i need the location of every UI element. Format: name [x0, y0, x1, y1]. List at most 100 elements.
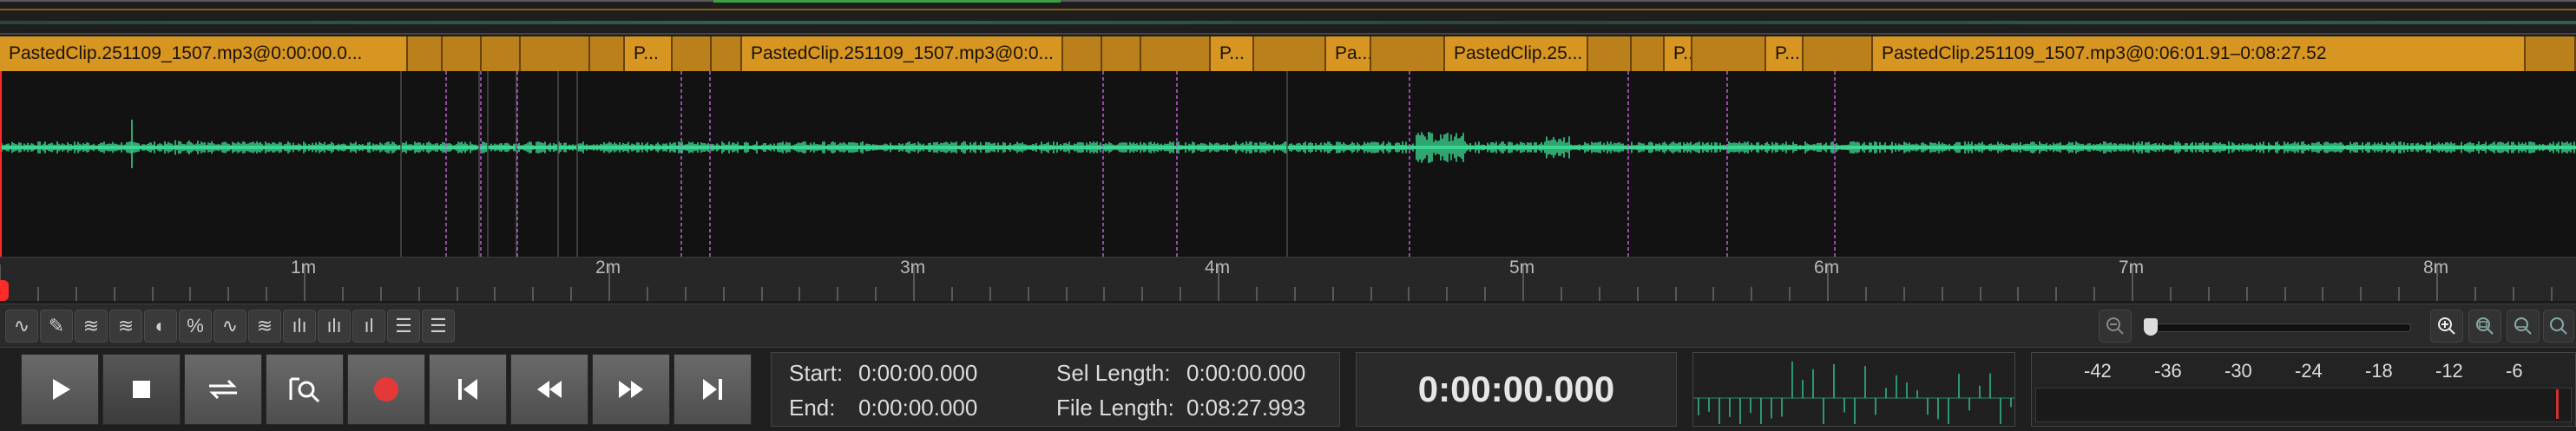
go-to-end-button[interactable]: [674, 354, 752, 425]
clip-1[interactable]: [408, 36, 443, 71]
clip-18[interactable]: [1588, 36, 1632, 71]
go-to-start-icon: [458, 379, 477, 400]
waveform-alt-icon[interactable]: ılı: [283, 310, 316, 343]
level-meter-panel: -42 -36 -30 -24 -18 -12 -6: [2031, 352, 2576, 427]
clip-21[interactable]: [1692, 36, 1766, 71]
go-to-end-icon: [703, 379, 722, 400]
levels-icon[interactable]: ☰: [387, 310, 420, 343]
meter-scale-label: -42: [2084, 360, 2112, 382]
clip-5[interactable]: [590, 36, 625, 71]
go-to-start-button[interactable]: [429, 354, 507, 425]
bar-spectrum-icon[interactable]: ıl: [352, 310, 385, 343]
clip-20[interactable]: P...: [1665, 36, 1692, 71]
level-meter-bar: [2035, 388, 2572, 422]
meter-scale-label: -36: [2154, 360, 2182, 382]
end-label: End:: [789, 395, 836, 421]
overview-edge: [0, 33, 2576, 35]
clip-16[interactable]: [1371, 36, 1445, 71]
clip-10[interactable]: [1063, 36, 1102, 71]
meter-scale-label: -18: [2365, 360, 2393, 382]
clip-0[interactable]: PastedClip.251109_1507.mp3@0:00:00.0...: [0, 36, 408, 71]
stop-icon: [133, 381, 150, 398]
level-peak-indicator: [2556, 389, 2559, 419]
overview-waveform: [0, 21, 2576, 24]
overview-strip[interactable]: [0, 0, 2576, 35]
playhead-marker[interactable]: [0, 280, 9, 301]
time-display-panel: 0:00:00.000: [1356, 352, 1677, 427]
zoom-slider-thumb[interactable]: [2144, 318, 2158, 336]
record-button[interactable]: [347, 354, 425, 425]
clip-3[interactable]: [482, 36, 521, 71]
rewind-button[interactable]: [510, 354, 588, 425]
clip-14[interactable]: [1254, 36, 1326, 71]
spectrum-icon[interactable]: ılı: [318, 310, 351, 343]
meter-scale-label: -12: [2435, 360, 2463, 382]
meter-scale-label: -30: [2224, 360, 2252, 382]
sel-length-value[interactable]: 0:00:00.000: [1186, 360, 1305, 387]
start-value[interactable]: 0:00:00.000: [858, 360, 977, 387]
zoom-out-icon[interactable]: [2099, 310, 2132, 343]
start-label: Start:: [789, 360, 844, 386]
clip-label: P...: [1219, 43, 1245, 63]
clip-22[interactable]: P...: [1766, 36, 1804, 71]
zoom-full-icon[interactable]: [2543, 310, 2574, 343]
selection-info-panel: Start: 0:00:00.000 End: 0:00:00.000 Sel …: [771, 352, 1340, 427]
spectral-pan-icon[interactable]: ◐: [144, 310, 177, 343]
clip-label: P...: [1673, 43, 1691, 63]
spectrum-view: [1693, 361, 2014, 424]
clip-15[interactable]: Pa...: [1326, 36, 1371, 71]
loop-button[interactable]: [184, 354, 262, 425]
waveform-canvas[interactable]: [0, 71, 2576, 257]
ruler-label: 7m: [2119, 258, 2145, 278]
ruler-label: 5m: [1509, 258, 1535, 278]
tool-bar: ∿ ✎ ≋ ≋ ◐% ∿ ≋ ılı ılı ıl ☰ ☰: [0, 304, 2576, 348]
clip-8[interactable]: [712, 36, 742, 71]
effect-icon[interactable]: %: [179, 310, 212, 343]
clip-13[interactable]: P...: [1211, 36, 1254, 71]
zoom-fit-icon[interactable]: [2507, 310, 2540, 343]
time-ruler[interactable]: 1m 2m 3m 4m 5m 6m 7m 8m: [0, 257, 2576, 301]
waveform-icon[interactable]: ∿: [5, 310, 38, 343]
clip-track[interactable]: PastedClip.251109_1507.mp3@0:00:00.0... P…: [0, 36, 2576, 71]
clip-23[interactable]: [1804, 36, 1873, 71]
fast-forward-icon: [619, 381, 643, 398]
list-icon[interactable]: ☰: [422, 310, 455, 343]
clip-label: P...: [1775, 43, 1800, 63]
clip-label: PastedClip.251109_1507.mp3@0:00:00.0...: [9, 43, 363, 63]
spectral-frequency-icon[interactable]: ≋: [109, 310, 142, 343]
meter-scale-label: -24: [2295, 360, 2323, 382]
clip-9[interactable]: PastedClip.251109_1507.mp3@0:0...: [742, 36, 1063, 71]
pencil-icon[interactable]: ✎: [40, 310, 73, 343]
zoom-selection-icon[interactable]: [2468, 310, 2501, 343]
clip-label: PastedClip.251109_1507.mp3@0:06:01.91–0:…: [1882, 43, 2327, 63]
waveform-area[interactable]: [0, 71, 2576, 257]
clip-6[interactable]: P...: [625, 36, 673, 71]
zoom-slider-track[interactable]: [2144, 323, 2411, 332]
stop-button[interactable]: [102, 354, 181, 425]
clip-24[interactable]: PastedClip.251109_1507.mp3@0:06:01.91–0:…: [1873, 36, 2526, 71]
zoom-in-icon[interactable]: [2430, 310, 2463, 343]
clip-7[interactable]: [673, 36, 712, 71]
play-button[interactable]: [21, 354, 99, 425]
clip-label: PastedClip.251109_1507.mp3@0:0...: [751, 43, 1055, 63]
clip-25[interactable]: [2526, 36, 2576, 71]
remove-icon[interactable]: ∿: [214, 310, 246, 343]
clip-4[interactable]: [521, 36, 590, 71]
clip-11[interactable]: [1102, 36, 1141, 71]
record-icon: [374, 377, 398, 402]
clip-label: P...: [634, 43, 659, 63]
fast-forward-button[interactable]: [592, 354, 670, 425]
ruler-ticks: [0, 264, 2553, 301]
clip-17[interactable]: PastedClip.25...: [1445, 36, 1588, 71]
spectral-icon[interactable]: ≋: [75, 310, 108, 343]
normalize-icon[interactable]: ≋: [248, 310, 281, 343]
overview-visible-region[interactable]: [713, 0, 1061, 3]
clip-2[interactable]: [443, 36, 482, 71]
clip-12[interactable]: [1141, 36, 1211, 71]
clip-19[interactable]: [1632, 36, 1665, 71]
ruler-label: 6m: [1814, 258, 1840, 278]
sel-length-label: Sel Length:: [1056, 360, 1171, 386]
ruler-label: 3m: [900, 258, 926, 278]
scrub-button[interactable]: [266, 354, 344, 425]
end-value[interactable]: 0:00:00.000: [858, 395, 977, 421]
